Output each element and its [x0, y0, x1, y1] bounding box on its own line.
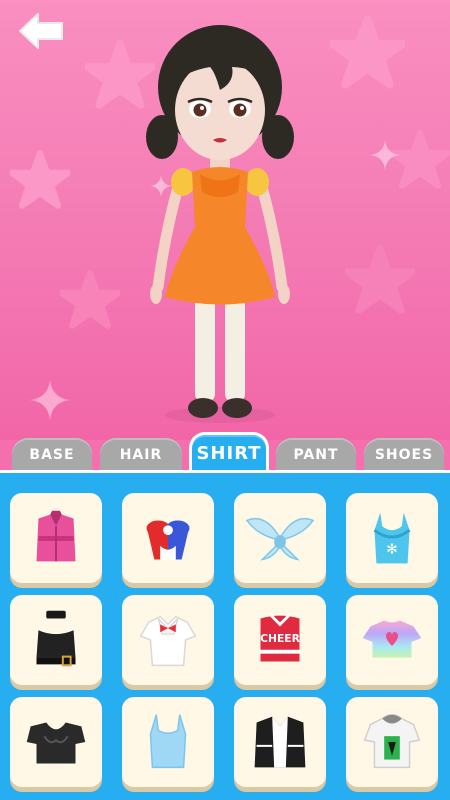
background-star-icon: [330, 15, 405, 89]
light-blue-cami-icon: [149, 714, 187, 769]
tab-hair[interactable]: HAIR: [100, 438, 182, 472]
item-card[interactable]: [122, 595, 214, 685]
item-card[interactable]: CHEER: [234, 595, 326, 685]
item-card[interactable]: ✻: [346, 493, 438, 583]
character-preview-stage: [0, 0, 450, 440]
blue-snowflake-cami-icon: ✻: [373, 512, 411, 564]
category-tabs: BASE HAIR SHIRT PANT SHOES: [0, 432, 450, 472]
item-card[interactable]: [10, 493, 102, 583]
item-card[interactable]: [234, 697, 326, 787]
tab-base[interactable]: BASE: [12, 438, 92, 472]
background-star-icon: [345, 245, 415, 314]
black-sweetheart-top-icon: [26, 722, 86, 764]
character-avatar: [146, 25, 294, 423]
white-sailor-shirt-icon: [139, 615, 197, 667]
svg-text:✻: ✻: [386, 542, 397, 558]
sparkle-icon: [370, 140, 400, 170]
back-arrow-icon[interactable]: [16, 10, 66, 52]
black-vest-white-shirt-icon: [254, 716, 306, 768]
sparkle-icon: [30, 380, 70, 420]
svg-text:CHEER: CHEER: [260, 632, 300, 645]
red-blue-bow-top-icon: [146, 520, 190, 560]
item-card[interactable]: [10, 697, 102, 787]
black-belt-crop-top-icon: [36, 610, 76, 667]
item-card[interactable]: [10, 595, 102, 685]
rainbow-heart-crop-tee-icon: [362, 620, 422, 658]
fairy-wing-top-icon: [245, 517, 315, 561]
pink-western-vest-icon: [36, 510, 76, 562]
tab-shirt[interactable]: SHIRT: [189, 432, 269, 472]
item-card[interactable]: [122, 493, 214, 583]
item-grid-panel: ✻ CHEER: [0, 470, 450, 800]
background-star-icon: [60, 270, 120, 329]
tab-shoes[interactable]: SHOES: [364, 438, 444, 472]
item-card[interactable]: [122, 697, 214, 787]
background-star-icon: [10, 150, 70, 209]
item-card[interactable]: [346, 595, 438, 685]
item-card[interactable]: [234, 493, 326, 583]
hoodie-green-print-tee-icon: [363, 713, 421, 769]
cheer-crop-top-icon: CHEER: [260, 613, 301, 662]
item-card[interactable]: [346, 697, 438, 787]
tab-pant[interactable]: PANT: [276, 438, 356, 472]
